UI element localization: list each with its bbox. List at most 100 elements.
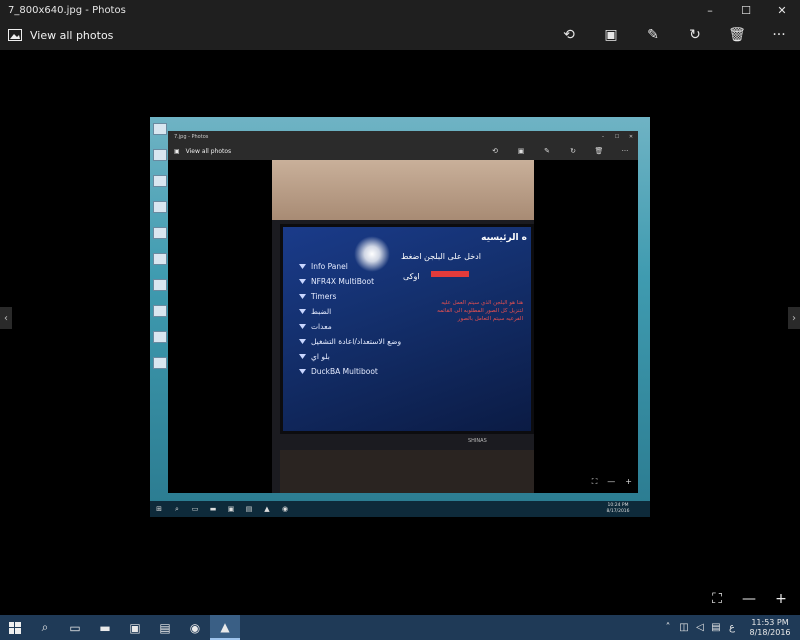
inner-zoom-in-icon: + bbox=[625, 477, 632, 486]
start-button[interactable] bbox=[0, 615, 30, 640]
action-center-icon[interactable]: ▤ bbox=[708, 622, 724, 633]
window-titlebar: 7_800x640.jpg - Photos – ☐ ✕ bbox=[0, 0, 800, 20]
view-all-photos-label: View all photos bbox=[30, 28, 114, 42]
menu-arrow-icon bbox=[299, 264, 306, 269]
app-icon[interactable]: ▤ bbox=[150, 615, 180, 640]
inner-window-title: 7.jpg - Photos bbox=[174, 133, 209, 140]
menu-item: بلو اي bbox=[299, 349, 401, 364]
desktop-icon bbox=[153, 305, 167, 317]
zoom-in-button[interactable]: + bbox=[770, 588, 792, 610]
menu-arrow-icon bbox=[299, 369, 306, 374]
menu-item-label: الضبط bbox=[311, 307, 332, 316]
file-explorer-icon[interactable]: ▬ bbox=[90, 615, 120, 640]
desktop-icons bbox=[150, 117, 170, 497]
inner-maximize-icon: ☐ bbox=[614, 133, 620, 140]
inner-rotate-icon: ↻ bbox=[570, 147, 576, 155]
language-indicator[interactable]: ع bbox=[724, 622, 740, 633]
edit-icon[interactable]: ✎ bbox=[632, 20, 674, 50]
slideshow-icon[interactable]: ▣ bbox=[590, 20, 632, 50]
desktop-icon bbox=[153, 331, 167, 343]
wall-background bbox=[272, 160, 534, 220]
inner-store-icon: ▣ bbox=[227, 505, 235, 513]
more-icon[interactable]: ··· bbox=[758, 20, 800, 50]
desktop-icon bbox=[153, 149, 167, 161]
menu-arrow-icon bbox=[299, 339, 306, 344]
fit-to-window-icon[interactable]: ⛶ bbox=[706, 588, 728, 610]
inner-app-icon: ▤ bbox=[245, 505, 253, 513]
menu-item-label: Info Panel bbox=[311, 262, 348, 271]
task-view-icon[interactable]: ▭ bbox=[60, 615, 90, 640]
search-icon[interactable]: ⌕ bbox=[30, 615, 60, 640]
previous-photo-button[interactable]: ‹ bbox=[0, 307, 12, 329]
rotate-icon[interactable]: ↻ bbox=[674, 20, 716, 50]
store-icon[interactable]: ▣ bbox=[120, 615, 150, 640]
windows-icon bbox=[9, 621, 21, 634]
system-tray: ˄ ◫ ◁ ▤ ع 11:53 PM 8/18/2016 bbox=[660, 615, 800, 640]
taskbar-clock[interactable]: 11:53 PM 8/18/2016 bbox=[740, 618, 800, 638]
desktop-icon bbox=[153, 357, 167, 369]
inner-fit-icon: ⛶ bbox=[591, 477, 598, 486]
zoom-controls: ⛶ — + bbox=[706, 588, 792, 610]
inner-app-icon: ◉ bbox=[281, 505, 289, 513]
zoom-out-button[interactable]: — bbox=[738, 588, 760, 610]
inner-photo-icon: ▣ bbox=[174, 147, 180, 155]
taskbar: ⌕ ▭ ▬ ▣ ▤ ◉ ▲ ˄ ◫ ◁ ▤ ع 11:53 PM 8/18/20… bbox=[0, 615, 800, 640]
delete-icon[interactable]: 🗑 bbox=[716, 20, 758, 50]
inner-windows-icon: ⊞ bbox=[156, 505, 162, 513]
menu-item: معدات bbox=[299, 319, 401, 334]
menu-item: Timers bbox=[299, 289, 401, 304]
menu-arrow-icon bbox=[299, 354, 306, 359]
desktop-icon bbox=[153, 201, 167, 213]
inner-delete-icon: 🗑 bbox=[594, 147, 604, 155]
menu-item-label: NFR4X MultiBoot bbox=[311, 277, 375, 286]
arabic-ok: اوكى bbox=[403, 272, 420, 281]
desktop-icon bbox=[153, 279, 167, 291]
inner-titlebar: 7.jpg - Photos – ☐ ✕ bbox=[168, 131, 638, 142]
photo-icon bbox=[8, 29, 22, 41]
menu-item-label: معدات bbox=[311, 322, 332, 331]
inner-folder-icon: ▬ bbox=[209, 505, 217, 513]
close-button[interactable]: ✕ bbox=[764, 0, 800, 20]
screen-header: ه الرئيسيه bbox=[481, 233, 527, 243]
inner-view-all-label: View all photos bbox=[185, 147, 232, 155]
volume-icon[interactable]: ◁ bbox=[692, 622, 708, 633]
inner-search-icon: ⌕ bbox=[175, 504, 179, 513]
inner-zoom-out-icon: — bbox=[607, 477, 616, 486]
inner-minimize-icon: – bbox=[601, 133, 605, 140]
window-title: 7_800x640.jpg - Photos bbox=[8, 4, 126, 16]
menu-item: DuckBA Multiboot bbox=[299, 364, 401, 379]
view-all-photos-button[interactable]: View all photos bbox=[0, 20, 123, 50]
share-icon[interactable]: ⟲ bbox=[548, 20, 590, 50]
menu-item-label: وضع الاستعداد/اعادة التشغيل bbox=[311, 337, 402, 346]
inner-clock-date: 8/17/2016 bbox=[606, 509, 630, 514]
tv-screen: ه الرئيسيه Info Panel NFR4X MultiBoot Ti… bbox=[280, 224, 534, 434]
next-photo-button[interactable]: › bbox=[788, 307, 800, 329]
clock-time: 11:53 PM bbox=[751, 617, 789, 627]
menu-item-label: DuckBA Multiboot bbox=[311, 367, 378, 376]
maximize-button[interactable]: ☐ bbox=[728, 0, 764, 20]
inner-taskview-icon: ▭ bbox=[191, 505, 199, 513]
tv-menu: Info Panel NFR4X MultiBoot Timers الضبط … bbox=[299, 259, 401, 379]
menu-arrow-icon bbox=[299, 324, 306, 329]
desktop-icon bbox=[153, 253, 167, 265]
photos-app-icon[interactable]: ▲ bbox=[210, 615, 240, 640]
inner-slideshow-icon: ▣ bbox=[517, 147, 525, 155]
photos-appbar: View all photos ⟲ ▣ ✎ ↻ 🗑 ··· bbox=[0, 20, 800, 50]
displayed-photo: 7.jpg - Photos – ☐ ✕ ▣ View all photos ⟲… bbox=[150, 117, 650, 517]
menu-item: وضع الاستعداد/اعادة التشغيل bbox=[299, 334, 401, 349]
desktop-icon bbox=[153, 123, 167, 135]
inner-taskbar: ⊞ ⌕ ▭ ▬ ▣ ▤ ▲ ◉ 10:24 PM 8/17/2016 bbox=[150, 501, 650, 517]
tv-photo: ه الرئيسيه Info Panel NFR4X MultiBoot Ti… bbox=[272, 160, 534, 493]
inner-photos-window: 7.jpg - Photos – ☐ ✕ ▣ View all photos ⟲… bbox=[168, 131, 638, 493]
menu-item-label: Timers bbox=[311, 292, 337, 301]
red-annotation-text: هنا هو البلجن الذي سيتم العمل عليه لتنزي… bbox=[437, 300, 523, 322]
tv-brand-label: SHINAS bbox=[468, 438, 487, 444]
menu-item-label: بلو اي bbox=[311, 352, 330, 361]
inner-appbar: ▣ View all photos ⟲ ▣ ✎ ↻ 🗑 ··· bbox=[168, 142, 638, 160]
minimize-button[interactable]: – bbox=[692, 0, 728, 20]
chevron-up-icon[interactable]: ˄ bbox=[660, 622, 676, 633]
network-icon[interactable]: ◫ bbox=[676, 622, 692, 633]
inner-more-icon: ··· bbox=[621, 147, 629, 155]
satellite-app-icon[interactable]: ◉ bbox=[180, 615, 210, 640]
red-arrow-annotation bbox=[431, 271, 469, 277]
